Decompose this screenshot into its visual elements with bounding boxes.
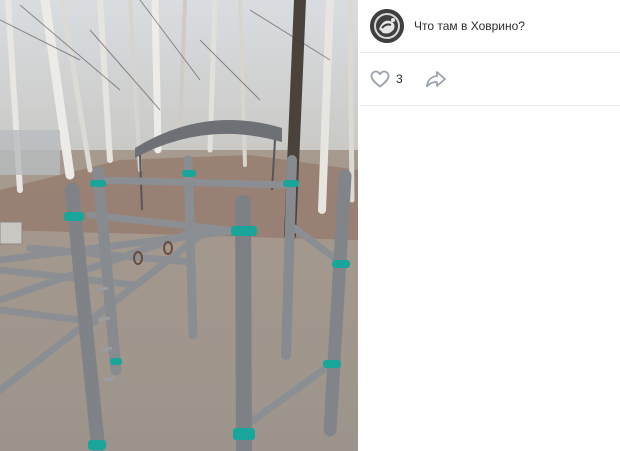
post-header: Что там в Ховрино? [360,0,620,53]
share-arrow-icon [425,71,446,88]
heart-icon [370,70,390,88]
like-button[interactable]: 3 [370,70,403,88]
group-title[interactable]: Что там в Ховрино? [414,19,525,33]
post-panel: Что там в Ховрино? 3 [360,0,620,451]
post-actions: 3 [360,53,620,106]
group-avatar-logo-icon [370,9,404,43]
post-photo[interactable] [0,0,358,451]
share-button[interactable] [425,70,447,88]
group-avatar[interactable] [370,9,404,43]
like-count: 3 [396,72,403,86]
